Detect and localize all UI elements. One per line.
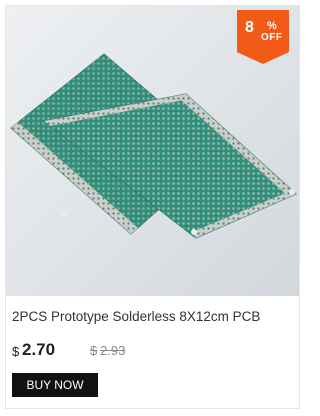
old-price-currency: $ [90, 343, 98, 358]
discount-number: 8 [245, 19, 254, 36]
product-card[interactable]: 8 % OFF 2PCS Prototype Solderless 8X12cm… [5, 5, 300, 409]
current-price: 2.70 [22, 340, 56, 359]
buy-now-button[interactable]: BUY NOW [12, 373, 98, 397]
price-currency: $ [12, 344, 20, 359]
product-image[interactable]: 8 % OFF [6, 6, 299, 296]
product-title[interactable]: 2PCS Prototype Solderless 8X12cm PCB [12, 309, 296, 324]
price-row: $ 2.70 $ 2.93 [12, 338, 296, 360]
old-price: 2.93 [100, 343, 126, 358]
discount-off-label: OFF [261, 32, 283, 43]
discount-percent-sign: % [267, 20, 277, 32]
